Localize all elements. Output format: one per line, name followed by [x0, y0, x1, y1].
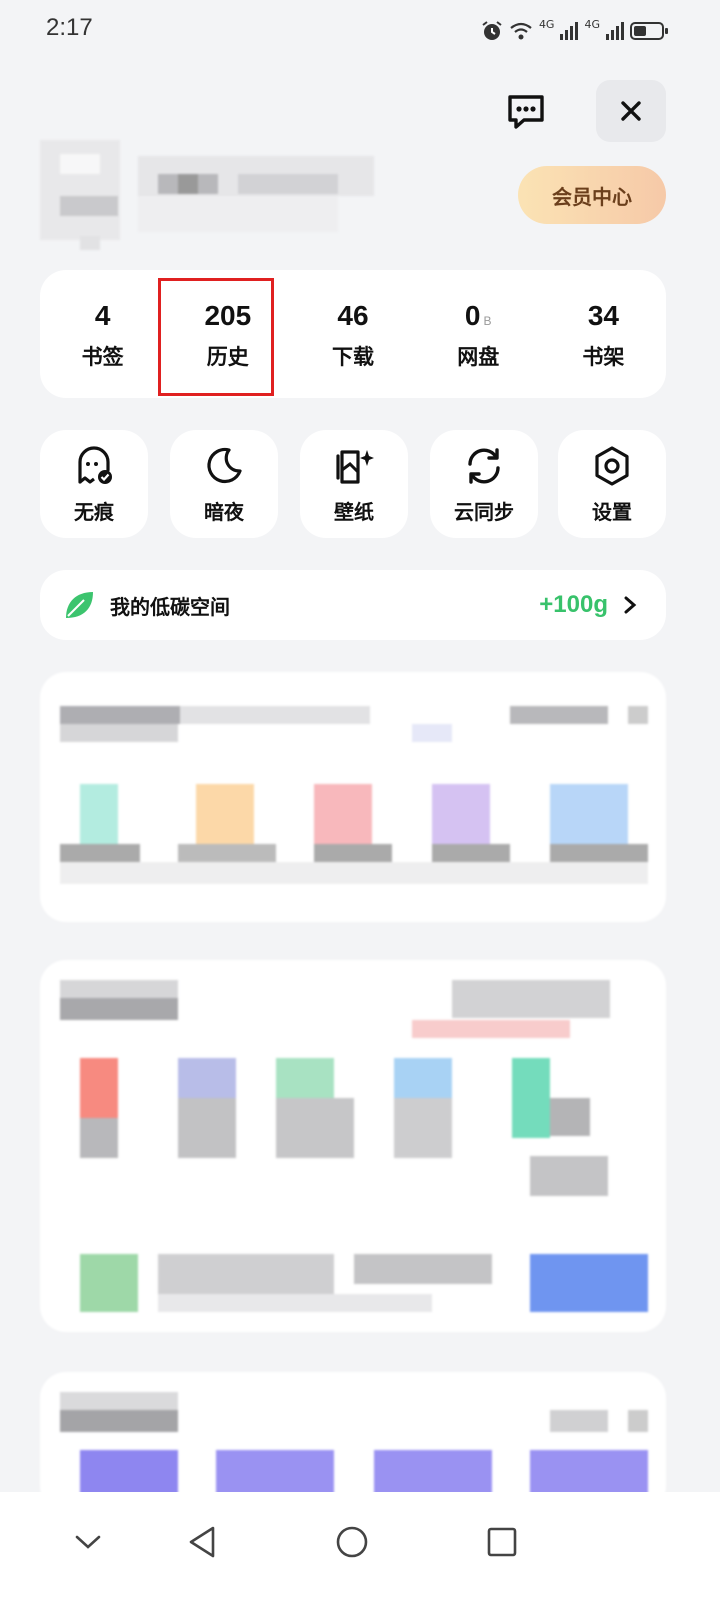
collapse-chevron-icon	[75, 1535, 101, 1549]
alarm-icon	[482, 21, 502, 40]
collapse-button[interactable]	[58, 1512, 118, 1572]
close-button[interactable]	[596, 80, 666, 142]
username[interactable]	[138, 156, 374, 236]
stat-label: 网盘	[457, 345, 500, 369]
stat-label: 书签	[81, 345, 124, 369]
leaf-icon	[66, 592, 93, 618]
back-button[interactable]	[172, 1512, 232, 1572]
stat-label: 书架	[582, 345, 625, 369]
tool-settings[interactable]: 设置	[558, 430, 666, 538]
low-carbon-value: +100g	[539, 591, 608, 618]
tool-night-mode[interactable]: 暗夜	[170, 430, 278, 538]
tool-cloud-sync[interactable]: 云同步	[430, 430, 538, 538]
recents-button[interactable]	[472, 1512, 532, 1572]
tool-label: 壁纸	[334, 499, 374, 524]
recents-icon	[487, 1527, 517, 1557]
message-button[interactable]	[500, 86, 552, 138]
wifi-icon	[510, 22, 532, 40]
network-type-1: 4G	[538, 17, 555, 31]
stat-unit: B	[483, 314, 492, 328]
stat-value-number: 0	[464, 300, 481, 331]
tool-incognito[interactable]: 无痕	[40, 430, 148, 538]
sync-icon	[468, 447, 500, 484]
tool-label: 云同步	[454, 499, 514, 524]
tool-label: 无痕	[74, 499, 114, 524]
tool-label: 暗夜	[204, 499, 244, 524]
stat-label: 下载	[332, 345, 374, 369]
blurred-content-section-2	[40, 960, 666, 1332]
low-carbon-title: 我的低碳空间	[110, 594, 230, 619]
vip-center-button[interactable]: 会员中心	[518, 166, 666, 224]
close-icon	[621, 101, 641, 121]
message-icon	[508, 95, 544, 129]
stat-bookshelf[interactable]: 34 书架	[541, 270, 666, 398]
chevron-right-icon	[624, 596, 637, 614]
network-type-2: 4G	[584, 17, 600, 31]
stat-value: 46	[337, 300, 369, 331]
stat-value: 4	[94, 300, 111, 331]
stats-card: 4 书签 205 历史 46 下载 0B 网盘 34 书架	[40, 270, 666, 398]
blurred-content-section-3	[40, 1372, 666, 1512]
stat-bookmarks[interactable]: 4 书签	[40, 270, 165, 398]
stat-cloud-drive[interactable]: 0B 网盘	[416, 270, 541, 398]
tool-label: 设置	[592, 499, 632, 524]
moon-icon	[207, 447, 242, 483]
incognito-ghost-icon	[78, 445, 112, 484]
stat-value: 34	[587, 300, 619, 331]
tool-wallpaper[interactable]: 壁纸	[300, 430, 408, 538]
stat-value: 0B	[465, 297, 492, 335]
battery-icon	[630, 22, 668, 40]
annotation-highlight-box	[158, 278, 274, 396]
system-navigation-bar	[0, 1492, 720, 1600]
settings-hexagon-icon	[595, 445, 629, 486]
stat-downloads[interactable]: 46 下载	[290, 270, 415, 398]
status-time: 2:17	[46, 14, 93, 41]
home-icon	[336, 1526, 368, 1558]
wallpaper-icon	[336, 449, 374, 484]
signal-icon-1	[560, 22, 579, 40]
signal-icon-2	[606, 22, 624, 40]
home-button[interactable]	[322, 1512, 382, 1572]
back-icon	[189, 1526, 215, 1558]
avatar[interactable]	[40, 140, 120, 250]
blurred-content-section-1	[40, 672, 666, 922]
low-carbon-banner[interactable]: 我的低碳空间 +100g	[40, 570, 666, 640]
status-icons: 4G 4G	[481, 16, 668, 46]
